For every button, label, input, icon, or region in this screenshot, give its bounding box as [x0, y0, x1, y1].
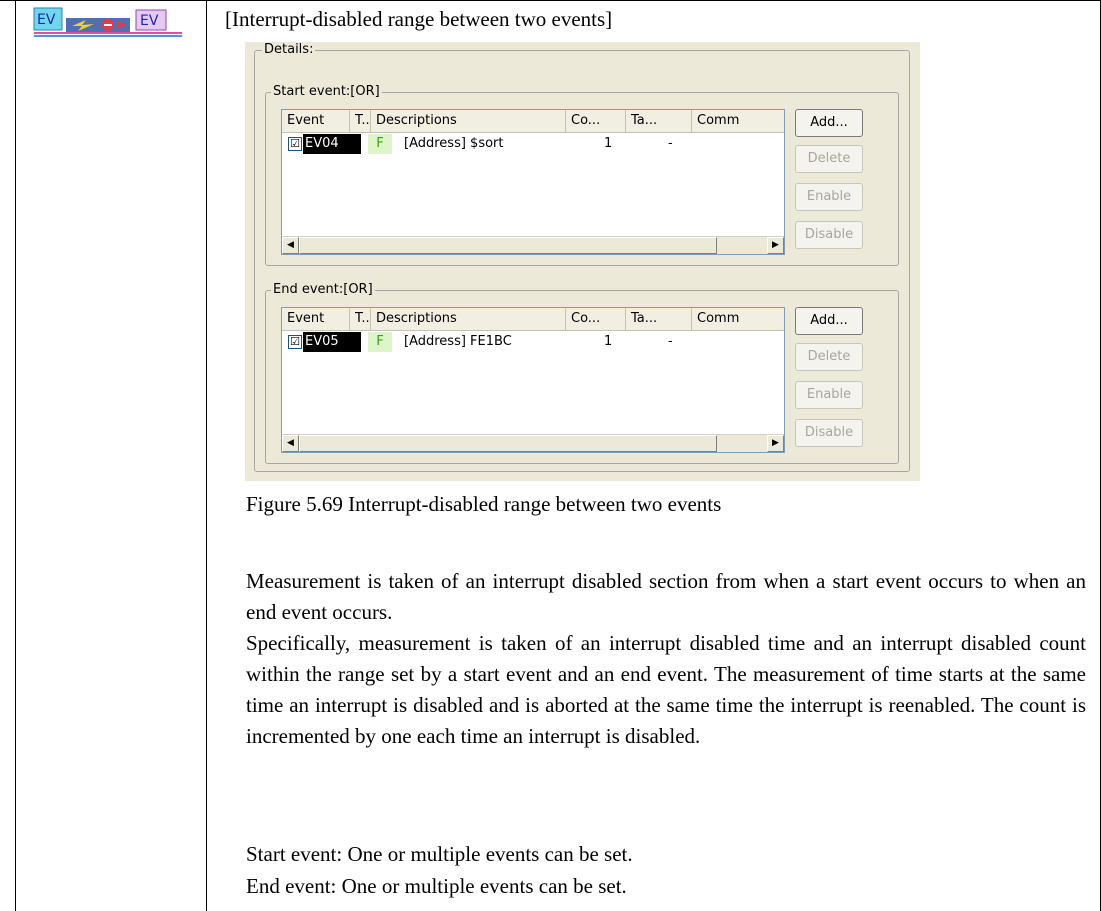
enable-checkbox[interactable]: ☑: [288, 335, 302, 349]
event-type: F: [368, 134, 392, 154]
column-task[interactable]: Ta...: [626, 110, 692, 132]
event-details-dialog: Details: Start event:[OR] Event T.. Desc…: [245, 42, 920, 481]
scroll-left-arrow-icon[interactable]: ◀: [282, 435, 299, 452]
scrollbar-thumb[interactable]: [299, 237, 717, 254]
event-type: F: [368, 332, 392, 352]
enable-checkbox[interactable]: ☑: [288, 137, 302, 151]
interrupt-disabled-range-icon: EV EV: [33, 7, 182, 37]
event-name: EV05: [303, 332, 361, 352]
table-column-divider: [206, 0, 207, 911]
start-event-note: Start event: One or multiple events can …: [246, 842, 633, 866]
end-event-list[interactable]: Event T.. Descriptions Co... Ta... Comm …: [281, 307, 785, 453]
scroll-left-arrow-icon[interactable]: ◀: [282, 237, 299, 254]
table-left-border: [15, 0, 16, 911]
end-add-button[interactable]: Add...: [795, 307, 863, 335]
end-delete-button[interactable]: Delete: [795, 343, 863, 371]
start-event-list[interactable]: Event T.. Descriptions Co... Ta... Comm …: [281, 109, 785, 255]
event-count: 1: [604, 334, 613, 349]
event-description: [Address] $sort: [404, 136, 504, 151]
end-list-header: Event T.. Descriptions Co... Ta... Comm: [282, 308, 784, 331]
description-paragraph-1: Measurement is taken of an interrupt dis…: [246, 569, 1086, 624]
table-top-border: [0, 0, 1101, 1]
start-disable-button[interactable]: Disable: [795, 221, 863, 249]
column-task[interactable]: Ta...: [626, 308, 692, 330]
end-event-note: End event: One or multiple events can be…: [246, 874, 627, 898]
column-event[interactable]: Event: [282, 110, 350, 132]
start-delete-button[interactable]: Delete: [795, 145, 863, 173]
event-count: 1: [604, 136, 613, 151]
column-type[interactable]: T..: [350, 308, 371, 330]
figure-caption: Figure 5.69 Interrupt-disabled range bet…: [246, 492, 722, 516]
start-enable-button[interactable]: Enable: [795, 183, 863, 211]
column-comment[interactable]: Comm: [692, 308, 752, 330]
event-task: -: [668, 136, 673, 151]
details-label: Details:: [262, 42, 316, 57]
scroll-right-arrow-icon[interactable]: ▶: [767, 435, 784, 452]
end-event-row[interactable]: ☑ EV05 F [Address] FE1BC 1 -: [282, 332, 784, 352]
start-horizontal-scrollbar[interactable]: ◀ ▶: [282, 236, 784, 254]
start-add-button[interactable]: Add...: [795, 109, 863, 137]
svg-text:EV: EV: [140, 13, 159, 29]
start-list-header: Event T.. Descriptions Co... Ta... Comm: [282, 110, 784, 133]
description-paragraph-2: Specifically, measurement is taken of an…: [246, 631, 1086, 748]
end-horizontal-scrollbar[interactable]: ◀ ▶: [282, 434, 784, 452]
column-comment[interactable]: Comm: [692, 110, 752, 132]
column-descriptions[interactable]: Descriptions: [371, 110, 566, 132]
event-name: EV04: [303, 134, 361, 154]
event-task: -: [668, 334, 673, 349]
section-heading: [Interrupt-disabled range between two ev…: [225, 7, 613, 31]
scroll-right-arrow-icon[interactable]: ▶: [767, 237, 784, 254]
end-event-label: End event:[OR]: [271, 282, 375, 297]
svg-text:EV: EV: [37, 12, 56, 28]
start-event-row[interactable]: ☑ EV04 F [Address] $sort 1 -: [282, 134, 784, 154]
column-event[interactable]: Event: [282, 308, 350, 330]
end-enable-button[interactable]: Enable: [795, 381, 863, 409]
column-count[interactable]: Co...: [566, 110, 626, 132]
scrollbar-thumb[interactable]: [299, 435, 717, 452]
column-descriptions[interactable]: Descriptions: [371, 308, 566, 330]
end-disable-button[interactable]: Disable: [795, 419, 863, 447]
column-count[interactable]: Co...: [566, 308, 626, 330]
start-event-label: Start event:[OR]: [271, 84, 382, 99]
column-type[interactable]: T..: [350, 110, 371, 132]
event-description: [Address] FE1BC: [404, 334, 512, 349]
